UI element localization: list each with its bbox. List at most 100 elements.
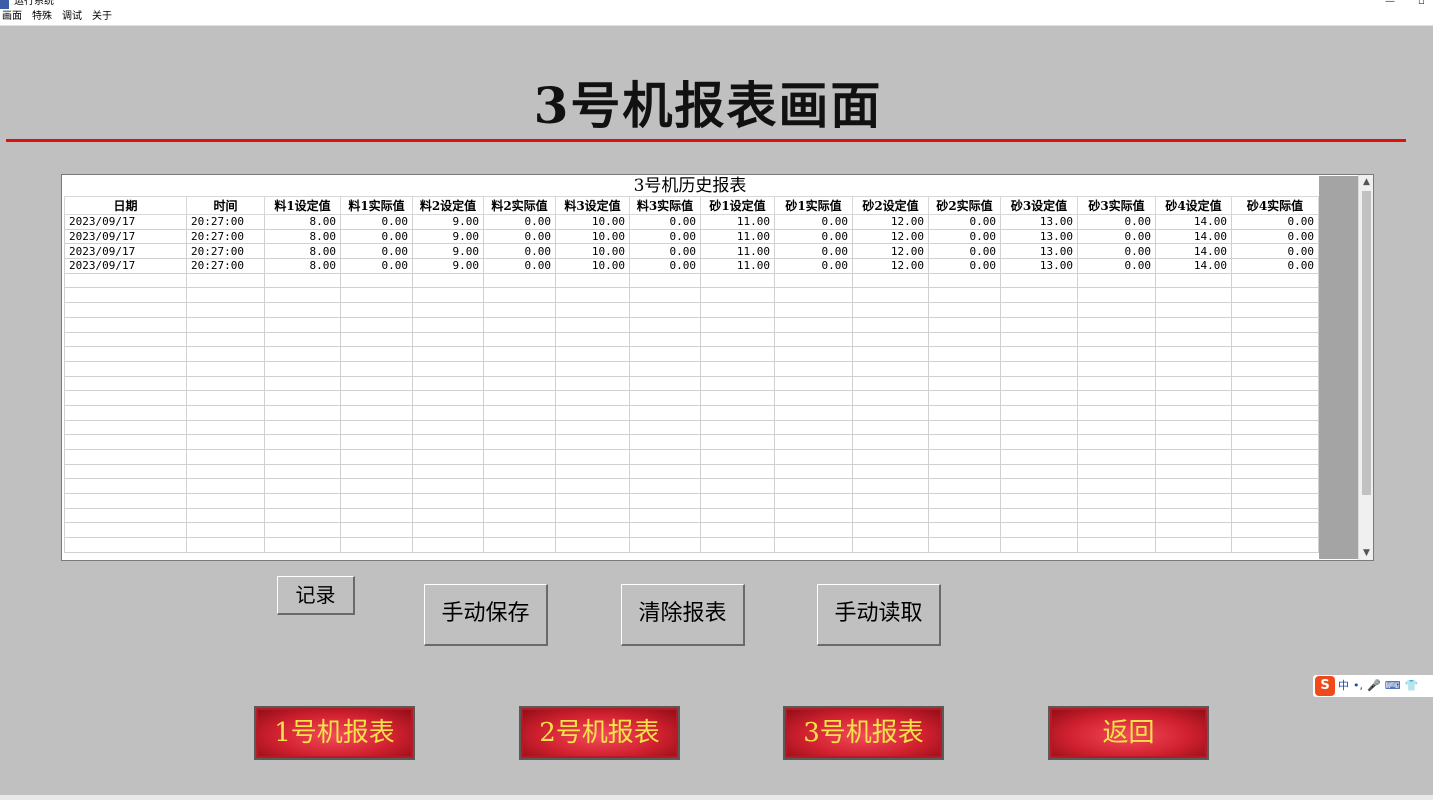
column-header: 砂3设定值 — [1000, 196, 1078, 215]
table-cell — [555, 375, 630, 392]
table-cell — [1231, 272, 1319, 289]
table-cell: 12.00 — [852, 228, 929, 245]
table-cell — [629, 419, 701, 436]
table-cell — [186, 375, 265, 392]
table-cell — [64, 302, 187, 318]
menu-item-debug[interactable]: 调试 — [57, 9, 87, 25]
ime-skin-icon[interactable]: 👕 — [1405, 679, 1419, 692]
table-cell — [412, 360, 484, 377]
table-cell — [340, 493, 413, 509]
table-cell: 0.00 — [928, 214, 1001, 230]
table-cell — [1231, 287, 1319, 304]
table-row: 2023/09/17 20:27:00 8.00 0.00 9.00 0.00 10.00 0… — [64, 228, 1319, 245]
column-header: 砂4实际值 — [1231, 196, 1319, 215]
table-cell — [1000, 302, 1078, 318]
table-cell — [700, 360, 775, 377]
ime-toolbar[interactable]: S 中 •, 🎤 ⌨ 👕 — [1313, 675, 1433, 697]
ime-logo-icon[interactable]: S — [1315, 676, 1335, 696]
table-cell: 13.00 — [1000, 258, 1078, 274]
table-cell — [64, 507, 187, 524]
back-button[interactable]: 返回 — [1048, 706, 1209, 760]
table-cell — [64, 478, 187, 495]
manual-save-button[interactable]: 手动保存 — [424, 584, 548, 646]
table-cell — [412, 302, 484, 318]
table-cell — [555, 287, 630, 304]
menu-item-screen[interactable]: 画面 — [0, 9, 27, 25]
table-cell: 2023/09/17 — [64, 214, 187, 230]
table-cell — [852, 434, 929, 450]
table-cell — [412, 522, 484, 539]
column-header: 料2实际值 — [483, 196, 556, 215]
table-cell — [1155, 331, 1232, 348]
table-cell — [483, 331, 556, 348]
vertical-scrollbar[interactable]: ▲ ▼ — [1358, 175, 1373, 560]
table-cell — [1155, 493, 1232, 509]
clear-report-button[interactable]: 清除报表 — [621, 584, 745, 646]
table-cell: 0.00 — [483, 258, 556, 274]
table-cell — [1000, 360, 1078, 377]
table-cell — [629, 507, 701, 524]
table-cell — [264, 434, 341, 450]
table-cell — [340, 537, 413, 553]
ime-mic-icon[interactable]: 🎤 — [1367, 679, 1381, 692]
table-cell — [340, 302, 413, 318]
table-cell — [264, 493, 341, 509]
table-cell — [1231, 507, 1319, 524]
record-button[interactable]: 记录 — [277, 576, 355, 615]
table-cell — [483, 272, 556, 289]
table-cell: 20:27:00 — [186, 258, 265, 274]
table-cell: 10.00 — [555, 228, 630, 245]
ime-lang-toggle[interactable]: 中 — [1338, 679, 1349, 692]
window-titlebar: 运行系统 — ▫ — [0, 0, 1433, 9]
ime-keyboard-icon[interactable]: ⌨ — [1385, 679, 1401, 692]
table-cell — [852, 507, 929, 524]
table-cell — [774, 272, 853, 289]
table-cell — [64, 493, 187, 509]
table-cell — [629, 331, 701, 348]
table-cell — [1155, 375, 1232, 392]
table-cell — [64, 316, 187, 333]
table-cell — [774, 434, 853, 450]
table-cell — [483, 434, 556, 450]
table-cell — [1155, 449, 1232, 465]
menu-item-special[interactable]: 特殊 — [27, 9, 57, 25]
table-cell — [1077, 302, 1156, 318]
table-cell — [555, 404, 630, 421]
report-2-button[interactable]: 2号机报表 — [519, 706, 680, 760]
scroll-up-icon[interactable]: ▲ — [1359, 175, 1373, 189]
table-cell — [1077, 478, 1156, 495]
minimize-button[interactable]: — — [1385, 0, 1395, 8]
empty-table-row — [64, 463, 1319, 480]
table-cell — [774, 287, 853, 304]
table-cell — [186, 522, 265, 539]
table-cell — [928, 316, 1001, 333]
table-cell — [1077, 360, 1156, 377]
table-cell — [852, 302, 929, 318]
empty-table-row — [64, 375, 1319, 392]
table-cell — [1231, 302, 1319, 318]
table-cell — [412, 507, 484, 524]
report-1-button[interactable]: 1号机报表 — [254, 706, 415, 760]
restore-button[interactable]: ▫ — [1418, 0, 1425, 8]
table-cell — [264, 272, 341, 289]
table-cell — [852, 287, 929, 304]
manual-read-button[interactable]: 手动读取 — [817, 584, 941, 646]
menu-item-about[interactable]: 关于 — [87, 9, 117, 25]
table-cell — [700, 493, 775, 509]
table-cell — [64, 463, 187, 480]
table-cell — [555, 463, 630, 480]
scrollbar-thumb[interactable] — [1362, 191, 1371, 495]
table-cell — [264, 302, 341, 318]
table-cell — [1000, 493, 1078, 509]
table-cell — [483, 493, 556, 509]
table-cell — [852, 331, 929, 348]
report-3-button[interactable]: 3号机报表 — [783, 706, 944, 760]
table-cell — [928, 493, 1001, 509]
table-cell — [1231, 419, 1319, 436]
table-cell: 12.00 — [852, 243, 929, 260]
empty-table-row — [64, 434, 1319, 450]
table-cell — [928, 346, 1001, 362]
scroll-down-icon[interactable]: ▼ — [1359, 546, 1373, 560]
ime-punct-icon[interactable]: •, — [1353, 679, 1363, 692]
table-cell: 9.00 — [412, 228, 484, 245]
